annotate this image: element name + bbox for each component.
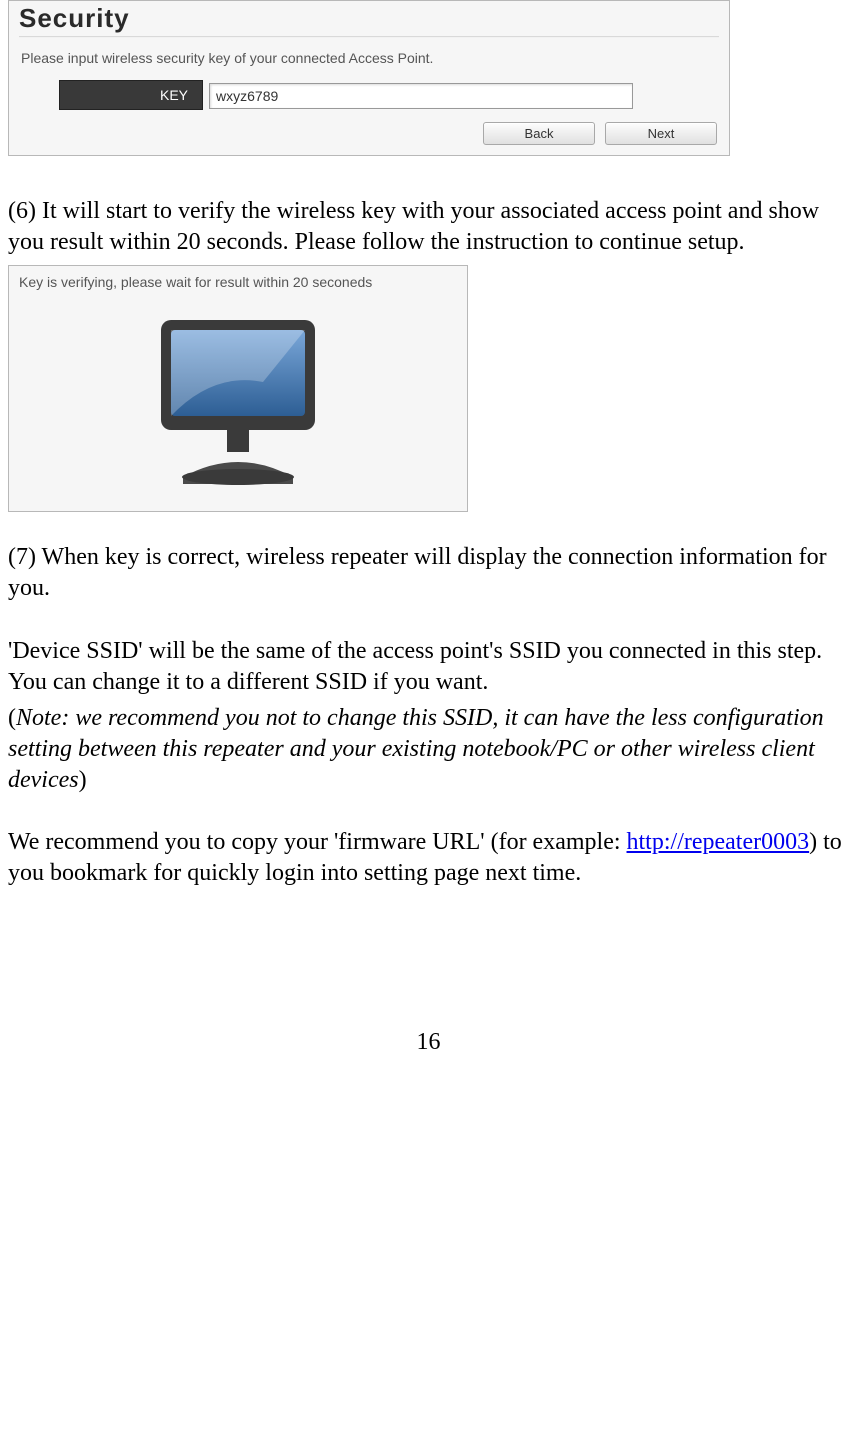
- monitor-image-wrap: [9, 300, 467, 511]
- page-number: 16: [8, 1029, 849, 1056]
- firmware-paragraph: We recommend you to copy your 'firmware …: [8, 827, 849, 888]
- paragraph-6: (6) It will start to verify the wireless…: [8, 196, 849, 257]
- divider: [19, 36, 719, 38]
- ssid-paragraph: 'Device SSID' will be the same of the ac…: [8, 636, 849, 697]
- computer-monitor-icon: [153, 312, 323, 487]
- note-open: (: [8, 705, 16, 731]
- back-button[interactable]: Back: [483, 122, 595, 145]
- firmware-pre: We recommend you to copy your 'firmware …: [8, 829, 627, 855]
- button-row: Back Next: [9, 122, 729, 155]
- security-subtitle: Please input wireless security key of yo…: [9, 50, 729, 80]
- next-button[interactable]: Next: [605, 122, 717, 145]
- security-title: Security: [19, 3, 130, 33]
- note-text: Note: we recommend you not to change thi…: [8, 705, 824, 792]
- paragraph-7: (7) When key is correct, wireless repeat…: [8, 542, 849, 603]
- key-input[interactable]: [209, 83, 633, 109]
- verifying-dialog: Key is verifying, please wait for result…: [8, 265, 468, 512]
- security-dialog: Security Please input wireless security …: [8, 0, 730, 156]
- verifying-subtitle: Key is verifying, please wait for result…: [9, 266, 467, 300]
- key-input-wrap: [209, 81, 717, 109]
- key-label: KEY: [59, 80, 203, 110]
- note-paragraph: (Note: we recommend you not to change th…: [8, 703, 849, 795]
- firmware-link[interactable]: http://repeater0003: [627, 829, 810, 855]
- page: Security Please input wireless security …: [0, 0, 857, 1056]
- key-row: KEY: [9, 80, 729, 122]
- security-header: Security: [9, 1, 729, 34]
- note-close: ): [79, 767, 87, 793]
